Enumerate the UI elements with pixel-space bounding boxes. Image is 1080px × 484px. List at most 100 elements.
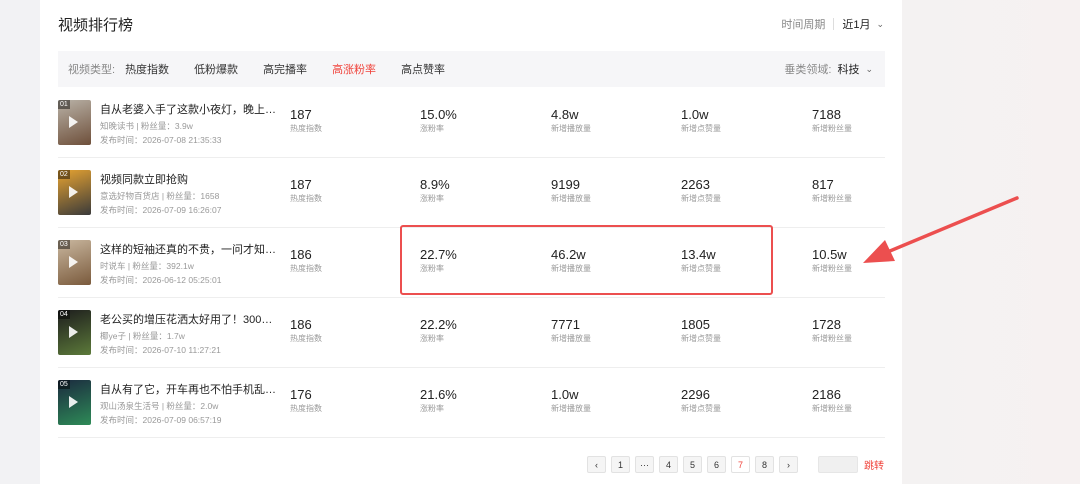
- metric-label: 新增播放量: [551, 194, 591, 203]
- domain-label: 垂类领域:: [784, 64, 832, 76]
- video-thumbnail[interactable]: 05: [58, 380, 91, 425]
- metric-cell: 1.0w 新增播放量: [551, 387, 591, 414]
- metric-value: 2296: [681, 387, 710, 402]
- filter-high-completion[interactable]: 高完播率: [263, 61, 307, 77]
- chevron-down-icon[interactable]: ⌄: [865, 64, 873, 75]
- metric-value: 1728: [812, 317, 841, 332]
- metric-value: 7771: [551, 317, 580, 332]
- jump-page-input[interactable]: [818, 456, 858, 473]
- metric-label: 新增点赞量: [681, 194, 721, 203]
- page-ellipsis[interactable]: ···: [635, 456, 654, 473]
- filter-heat-index[interactable]: 热度指数: [125, 61, 169, 77]
- metric-value: 46.2w: [551, 247, 586, 262]
- metric-cell: 817 新增粉丝量: [812, 177, 852, 204]
- filter-high-like-rate[interactable]: 高点赞率: [401, 61, 445, 77]
- metric-label: 新增播放量: [551, 404, 591, 413]
- annotation-arrow-icon: [863, 196, 1019, 263]
- metric-label: 新增点赞量: [681, 264, 721, 273]
- ranking-panel: 视频排行榜 时间周期 近1月 ⌄ 视频类型: 热度指数 低粉爆款 高完播率 高涨…: [40, 0, 902, 484]
- domain-selector[interactable]: 垂类领域: 科技 ⌄: [784, 61, 873, 77]
- table-row[interactable]: 01 自从老婆入手了这款小夜灯，晚上再… 知晚读书 | 粉丝量：3.9w 发布时间：2…: [58, 88, 885, 158]
- page-button[interactable]: 1: [611, 456, 630, 473]
- rank-badge: 04: [58, 310, 70, 319]
- metric-label: 新增粉丝量: [812, 194, 852, 203]
- metric-label: 新增粉丝量: [812, 404, 852, 413]
- publish-time: 发布时间：2026-07-09 06:57:19: [100, 415, 222, 425]
- metric-cell: 2186 新增粉丝量: [812, 387, 852, 414]
- metric-label: 新增粉丝量: [812, 124, 852, 133]
- metric-value: 2263: [681, 177, 710, 192]
- ranking-list: 01 自从老婆入手了这款小夜灯，晚上再… 知晚读书 | 粉丝量：3.9w 发布时间：2…: [58, 88, 885, 438]
- metric-label: 新增粉丝量: [812, 334, 852, 343]
- metric-cell: 7188 新增粉丝量: [812, 107, 852, 134]
- video-title[interactable]: 视频同款立即抢购: [100, 171, 280, 187]
- metric-value: 1805: [681, 317, 710, 332]
- metric-cell: 15.0% 涨粉率: [420, 107, 457, 134]
- publish-time: 发布时间：2026-07-09 16:26:07: [100, 205, 222, 215]
- jump-button[interactable]: 跳转: [864, 457, 884, 472]
- metric-value: 8.9%: [420, 177, 450, 192]
- play-icon: [69, 116, 78, 128]
- metric-cell: 7771 新增播放量: [551, 317, 591, 344]
- filter-high-follower-growth[interactable]: 高涨粉率: [332, 61, 376, 77]
- metric-value: 817: [812, 177, 834, 192]
- metric-value: 15.0%: [420, 107, 457, 122]
- period-selector[interactable]: 时间周期 近1月 ⌄: [781, 16, 884, 32]
- period-label: 时间周期: [781, 19, 826, 31]
- page-button[interactable]: 6: [707, 456, 726, 473]
- video-thumbnail[interactable]: 03: [58, 240, 91, 285]
- video-title[interactable]: 自从老婆入手了这款小夜灯，晚上再…: [100, 101, 280, 117]
- metric-label: 涨粉率: [420, 124, 444, 133]
- play-icon: [69, 256, 78, 268]
- table-row[interactable]: 05 自从有了它，开车再也不怕手机乱糟… 观山汤泉生活号 | 粉丝量：2.0w 发布时…: [58, 368, 885, 438]
- metric-label: 热度指数: [290, 334, 322, 343]
- metric-cell: 22.2% 涨粉率: [420, 317, 457, 344]
- metric-cell: 187 热度指数: [290, 177, 322, 204]
- metric-cell: 1805 新增点赞量: [681, 317, 721, 344]
- metric-cell: 10.5w 新增粉丝量: [812, 247, 852, 274]
- video-thumbnail[interactable]: 02: [58, 170, 91, 215]
- metric-label: 热度指数: [290, 404, 322, 413]
- play-icon: [69, 396, 78, 408]
- metric-label: 热度指数: [290, 194, 322, 203]
- metric-value: 187: [290, 177, 312, 192]
- next-page-button[interactable]: ›: [779, 456, 798, 473]
- video-title[interactable]: 这样的短袖还真的不贵，一问才知道…: [100, 241, 280, 257]
- metric-cell: 187 热度指数: [290, 107, 322, 134]
- page-button-active[interactable]: 7: [731, 456, 750, 473]
- table-row[interactable]: 03 这样的短袖还真的不贵，一问才知道… 时说车 | 粉丝量：392.1w 发布时间：…: [58, 228, 885, 298]
- metric-cell: 8.9% 涨粉率: [420, 177, 450, 204]
- metric-cell: 2263 新增点赞量: [681, 177, 721, 204]
- metric-label: 新增播放量: [551, 264, 591, 273]
- table-row[interactable]: 02 视频同款立即抢购 意选好物百货店 | 粉丝量：1658 发布时间：2026-07…: [58, 158, 885, 228]
- video-title[interactable]: 老公买的增压花洒太好用了！300孔…: [100, 311, 280, 327]
- filter-low-fans-hit[interactable]: 低粉爆款: [194, 61, 238, 77]
- page-button[interactable]: 4: [659, 456, 678, 473]
- table-row[interactable]: 04 老公买的增压花洒太好用了！300孔… 椰ye子 | 粉丝量：1.7w 发布时间：…: [58, 298, 885, 368]
- video-title[interactable]: 自从有了它，开车再也不怕手机乱糟…: [100, 381, 280, 397]
- metric-cell: 186 热度指数: [290, 247, 322, 274]
- domain-value[interactable]: 科技: [837, 61, 859, 77]
- metric-label: 新增点赞量: [681, 124, 721, 133]
- metric-label: 热度指数: [290, 124, 322, 133]
- divider: [833, 18, 835, 30]
- metric-value: 10.5w: [812, 247, 847, 262]
- publish-time: 发布时间：2026-07-08 21:35:33: [100, 135, 222, 145]
- page-title: 视频排行榜: [58, 16, 134, 34]
- page-button[interactable]: 5: [683, 456, 702, 473]
- metric-label: 涨粉率: [420, 264, 444, 273]
- metric-label: 新增播放量: [551, 334, 591, 343]
- pagination: ‹ 1 ··· 4 5 6 7 8 › 跳转: [582, 456, 884, 473]
- metric-label: 新增点赞量: [681, 404, 721, 413]
- chevron-down-icon[interactable]: ⌄: [876, 19, 884, 30]
- publish-time: 发布时间：2026-06-12 05:25:01: [100, 275, 222, 285]
- period-value[interactable]: 近1月: [842, 16, 870, 32]
- prev-page-button[interactable]: ‹: [587, 456, 606, 473]
- video-thumbnail[interactable]: 01: [58, 100, 91, 145]
- metric-value: 186: [290, 247, 312, 262]
- metric-value: 187: [290, 107, 312, 122]
- page-button[interactable]: 8: [755, 456, 774, 473]
- rank-badge: 03: [58, 240, 70, 249]
- video-thumbnail[interactable]: 04: [58, 310, 91, 355]
- video-type-label: 视频类型:: [68, 64, 116, 76]
